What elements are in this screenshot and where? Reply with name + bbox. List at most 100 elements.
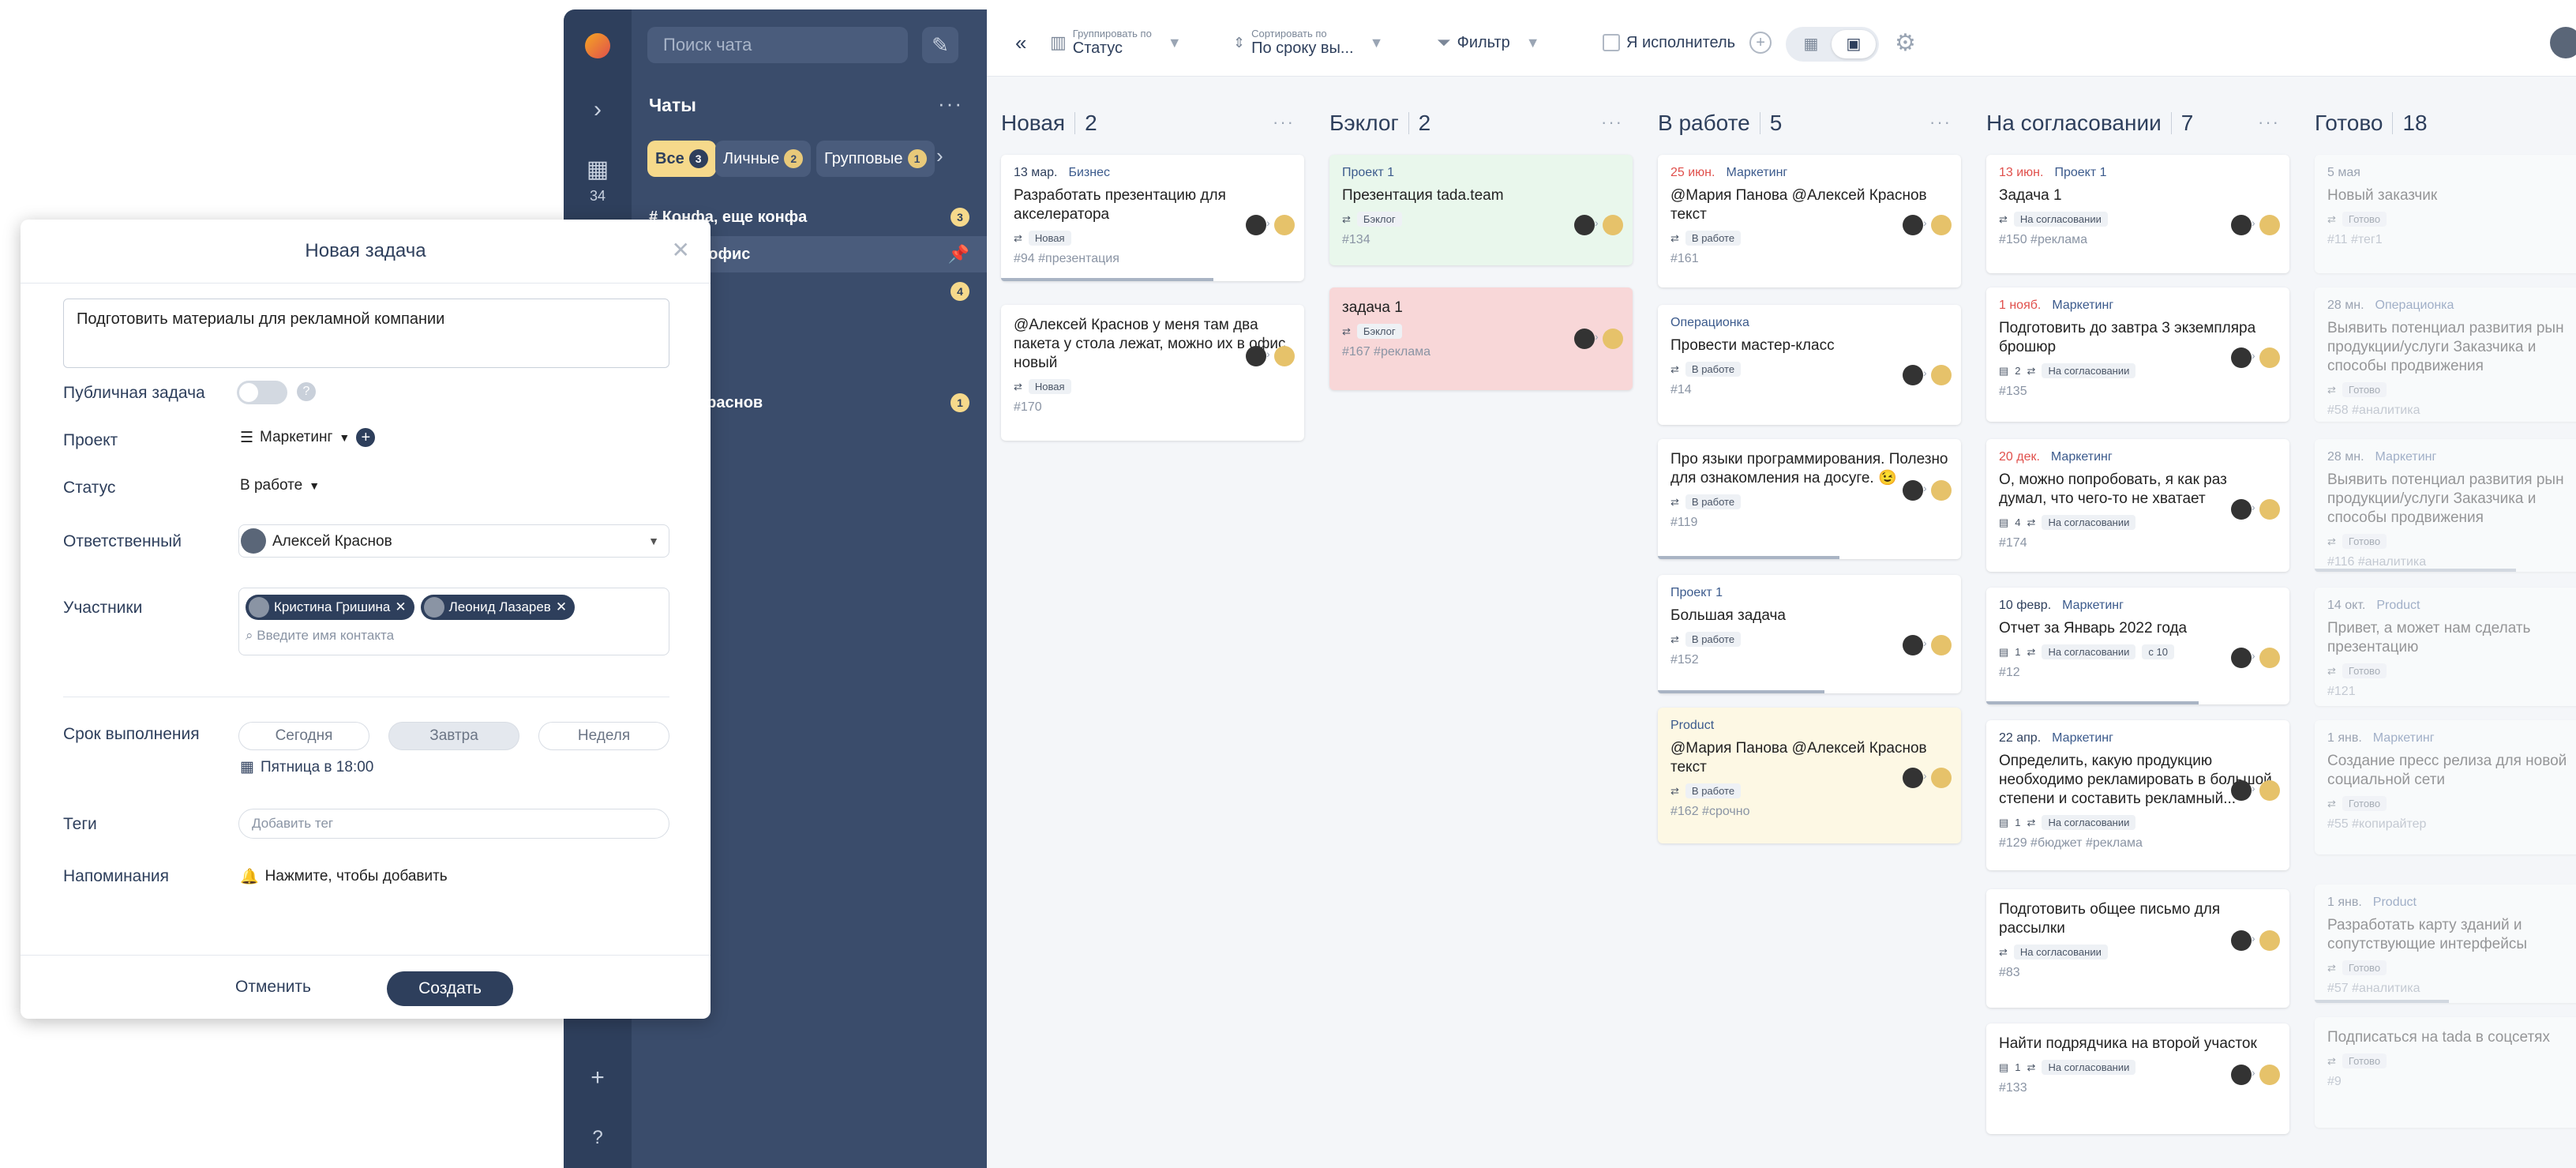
due-option[interactable]: Сегодня [238,722,369,750]
due-option[interactable]: Завтра [388,722,519,750]
task-card[interactable]: 22 апр. Маркетинг Определить, какую продук… [1986,720,2289,870]
settings-gear-icon[interactable]: ⚙ [1895,9,1916,76]
column-more-icon[interactable]: ··· [1929,112,1952,133]
due-option[interactable]: Неделя [538,722,669,750]
expand-chevron-icon[interactable]: › [583,95,613,125]
project-select[interactable]: ☰ Маркетинг ▼ + [240,428,376,447]
compose-icon[interactable]: ✎ [922,27,958,63]
column-header: Бэклог 2 [1329,111,1430,136]
add-project-icon[interactable]: + [356,428,376,447]
sort-by-control[interactable]: ⇕ Сортировать по По сроку вы... ▼ [1233,9,1383,76]
filter-control[interactable]: ⏷ Фильтр ▼ [1437,9,1540,76]
participant-chip[interactable]: Кристина Гришина ✕ [246,595,414,620]
progress-bar [2315,569,2516,572]
reminders-add[interactable]: 🔔 Нажмите, чтобы добавить [240,867,448,886]
more-icon[interactable]: ··· [938,92,963,116]
public-task-toggle[interactable] [237,381,287,404]
task-card[interactable]: задача 1 ⇄ Бэклог #167 #реклама › [1329,287,1633,390]
card-number: #161 [1670,252,1699,265]
card-due-date: 14 окт. [2327,599,2366,612]
task-card[interactable]: Проект 1 Презентация tada.team ⇄ Бэклог #134… [1329,155,1633,265]
cancel-button[interactable]: Отменить [235,971,311,1003]
task-card[interactable]: Product @Мария Панова @Алексей Краснов те… [1658,708,1961,843]
chat-search-input[interactable]: Поиск чата [647,27,908,63]
task-card[interactable]: Подписаться на tada в соцсетях ⇄ Готово #9 [2315,1017,2576,1128]
remove-icon[interactable]: ✕ [556,599,567,615]
assignee-select[interactable]: Алексей Краснов ▼ [238,524,669,558]
status-icon: ⇄ [1014,231,1022,244]
comment-icon: ▤ [1999,1061,2009,1073]
close-icon[interactable]: ✕ [672,238,690,262]
view-toggle: ▦ ▣ [1786,27,1879,62]
column-more-icon[interactable]: ··· [2258,112,2280,133]
task-card[interactable]: 13 мар. Бизнес Разработать презентацию для… [1001,155,1304,281]
card-meta: 25 июн. Маркетинг [1670,166,1948,180]
group-by-control[interactable]: ▥ Группировать по Статус ▼ [1050,9,1182,76]
tags-input[interactable]: Добавить тег [238,809,669,839]
task-card[interactable]: 28 мн. Маркетинг Выявить потенциал развити… [2315,439,2576,572]
task-card[interactable]: 28 мн. Операционка Выявить потенциал разви… [2315,287,2576,422]
add-circle-icon[interactable]: + [1749,32,1772,54]
list-view-icon[interactable]: ▦ [1789,30,1833,58]
task-card[interactable]: Проект 1 Большая задача ⇄ В работе #152 › [1658,575,1961,693]
status-badge: Готово [2342,1053,2387,1068]
comment-icon: ▤ [1999,816,2009,828]
assignee-checkbox[interactable]: Я исполнитель + [1603,9,1772,76]
task-card[interactable]: @Алексей Краснов у меня там два пакета у… [1001,305,1304,441]
filter-tab[interactable]: Групповые 1 [816,141,935,177]
task-card[interactable]: Найти подрядчика на второй участок ▤ 1 ⇄ На … [1986,1023,2289,1134]
status-badge: На согласовании [2042,515,2136,530]
chevron-down-icon: ▼ [1369,34,1384,51]
status-badge: В работе [1685,494,1742,509]
task-card[interactable]: Операционка Провести мастер-класс ⇄ В работ… [1658,305,1961,425]
task-card[interactable]: 14 окт. Product Привет, а может нам сделат… [2315,588,2576,706]
card-title: Новый заказчик [2327,187,2438,204]
task-card[interactable]: 1 нояб. Маркетинг Подготовить до завтра 3 … [1986,287,2289,422]
avatar [1603,215,1623,235]
help-icon[interactable]: ? [297,382,316,401]
task-card[interactable]: 13 июн. Проект 1 Задача 1 ⇄ На согласовании #… [1986,155,2289,273]
column-more-icon[interactable]: ··· [1601,112,1623,133]
status-badge: В работе [1685,362,1742,377]
app-logo-icon[interactable] [585,33,610,58]
contact-search[interactable]: ⌕ Введите имя контакта [246,628,662,644]
filter-tab[interactable]: Все 3 [647,141,716,177]
grid-icon[interactable]: ▦ [583,155,613,185]
task-card[interactable]: 10 февр. Маркетинг Отчет за Январь 2022 го… [1986,588,2289,704]
board-view-icon[interactable]: ▣ [1832,30,1876,58]
user-avatar[interactable] [2550,27,2576,58]
task-text-input[interactable]: Подготовить материалы для рекламной комп… [63,299,669,368]
task-card[interactable]: Про языки программирования. Полезно для … [1658,439,1961,559]
collapse-icon[interactable]: « [1015,9,1026,76]
create-button[interactable]: Создать [387,971,513,1006]
avatar [2259,499,2280,520]
card-number: #134 [1342,233,1370,246]
help-icon[interactable]: ? [583,1123,613,1153]
status-icon: ⇄ [1014,380,1022,392]
tags-label: Теги [63,815,97,833]
chevron-right-icon[interactable]: › [936,144,943,168]
add-icon[interactable]: + [583,1063,613,1093]
card-project: Операционка [1670,316,1749,329]
task-card[interactable]: 20 дек. Маркетинг О, можно попробовать, я … [1986,439,2289,572]
task-card[interactable]: 1 янв. Маркетинг Создание пресс релиза для… [2315,720,2576,854]
task-card[interactable]: 25 июн. Маркетинг @Мария Панова @Алексей К… [1658,155,1961,287]
status-select[interactable]: В работе ▼ [240,477,320,494]
new-task-modal: Новая задача ✕ Подготовить материалы для… [21,220,711,1019]
task-card[interactable]: 5 мая Новый заказчик ⇄ Готово #11 #тег1 [2315,155,2576,273]
remove-icon[interactable]: ✕ [395,599,406,615]
card-number: #119 [1670,516,1698,529]
column-more-icon[interactable]: ··· [1273,112,1295,133]
task-card[interactable]: Подготовить общее письмо для рассылки ⇄ На… [1986,889,2289,1008]
bell-icon: 🔔 [240,869,259,885]
card-project: Маркетинг [2372,731,2435,745]
column-title: В работе [1658,111,1750,135]
task-card[interactable]: 1 янв. Product Разработать карту зданий и … [2315,884,2576,1003]
card-number: #135 [1999,385,2027,398]
filter-tab[interactable]: Личные 2 [715,141,812,177]
due-date[interactable]: ▦ Пятница в 18:00 [240,758,373,776]
status-icon: ⇄ [1670,633,1679,645]
participants-field[interactable]: Кристина Гришина ✕ Леонид Лазарев ✕ ⌕ Введи… [238,588,669,655]
participant-chip[interactable]: Леонид Лазарев ✕ [420,595,576,620]
comment-icon: ▤ [1999,516,2009,528]
